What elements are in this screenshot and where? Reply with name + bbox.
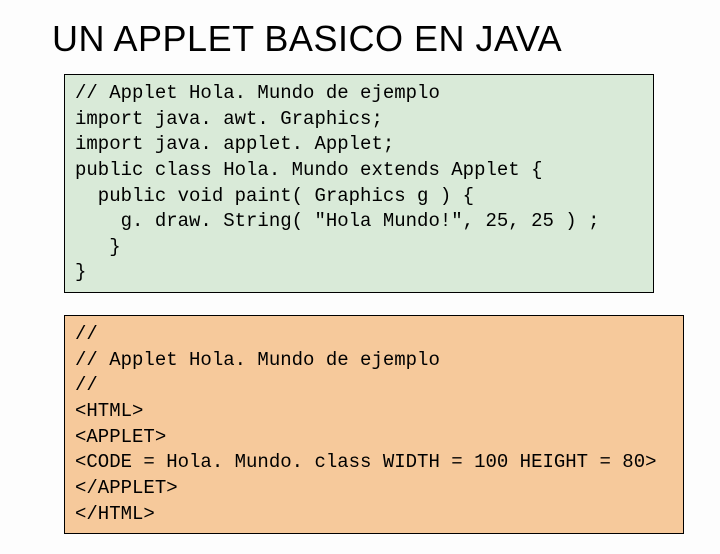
slide: UN APPLET BASICO EN JAVA // Applet Hola.… xyxy=(0,0,720,554)
code-block-html: // // Applet Hola. Mundo de ejemplo // <… xyxy=(64,315,684,534)
page-title: UN APPLET BASICO EN JAVA xyxy=(52,18,680,60)
code-block-java: // Applet Hola. Mundo de ejemplo import … xyxy=(64,74,654,293)
